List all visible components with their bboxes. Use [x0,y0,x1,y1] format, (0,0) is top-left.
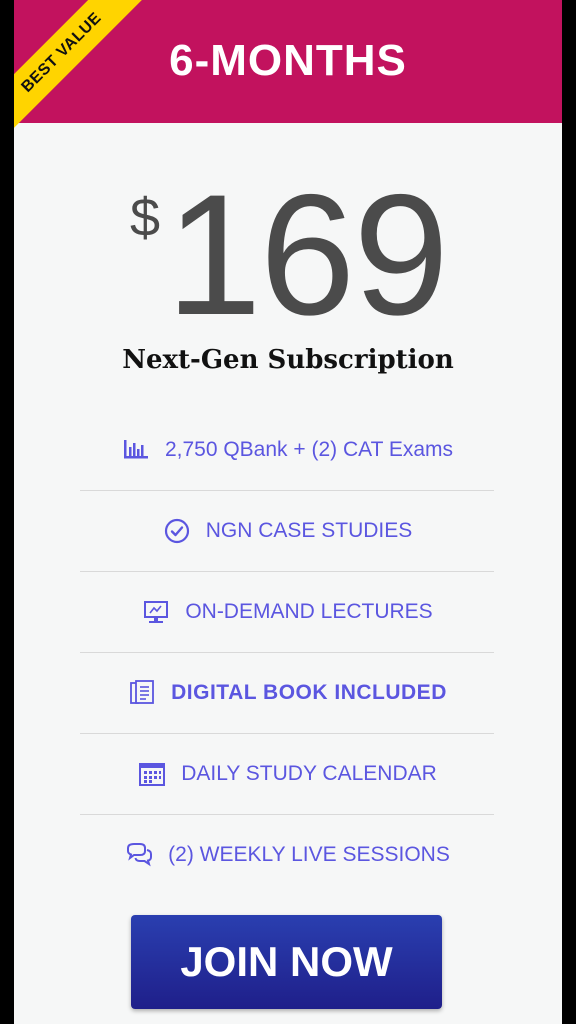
best-value-ribbon: BEST VALUE [14,0,147,138]
book-icon [127,678,157,708]
feature-item-digital-book: DIGITAL BOOK INCLUDED [80,653,494,734]
monitor-icon [141,597,171,627]
feature-item-live-sessions: (2) WEEKLY LIVE SESSIONS [80,815,494,895]
feature-list: 2,750 QBank + (2) CAT Exams NGN CASE STU… [80,410,494,895]
feature-label: DAILY STUDY CALENDAR [181,762,437,785]
feature-label: DIGITAL BOOK INCLUDED [171,681,447,704]
feature-item-case-studies: NGN CASE STUDIES [80,491,494,572]
feature-label: (2) WEEKLY LIVE SESSIONS [168,843,450,866]
chat-bubbles-icon [124,840,154,870]
price-amount: 169 [166,159,449,351]
pricing-card: 6-MONTHS BEST VALUE $ 169 Next-Gen Subsc… [14,0,562,1024]
calendar-icon [137,759,167,789]
join-now-button[interactable]: JOIN NOW [131,915,442,1009]
plan-name: Next-Gen Subscription [122,345,454,375]
feature-item-lectures: ON-DEMAND LECTURES [80,572,494,653]
price: $ 169 [14,165,562,345]
feature-label: 2,750 QBank + (2) CAT Exams [164,438,454,461]
feature-item-calendar: DAILY STUDY CALENDAR [80,734,494,815]
check-circle-icon [162,516,192,546]
feature-item-qbank: 2,750 QBank + (2) CAT Exams [80,410,494,491]
feature-label: NGN CASE STUDIES [205,519,413,542]
feature-label: ON-DEMAND LECTURES [185,600,433,623]
best-value-ribbon-container: BEST VALUE [14,0,174,160]
bar-chart-icon [121,435,151,465]
price-currency: $ [130,188,161,248]
